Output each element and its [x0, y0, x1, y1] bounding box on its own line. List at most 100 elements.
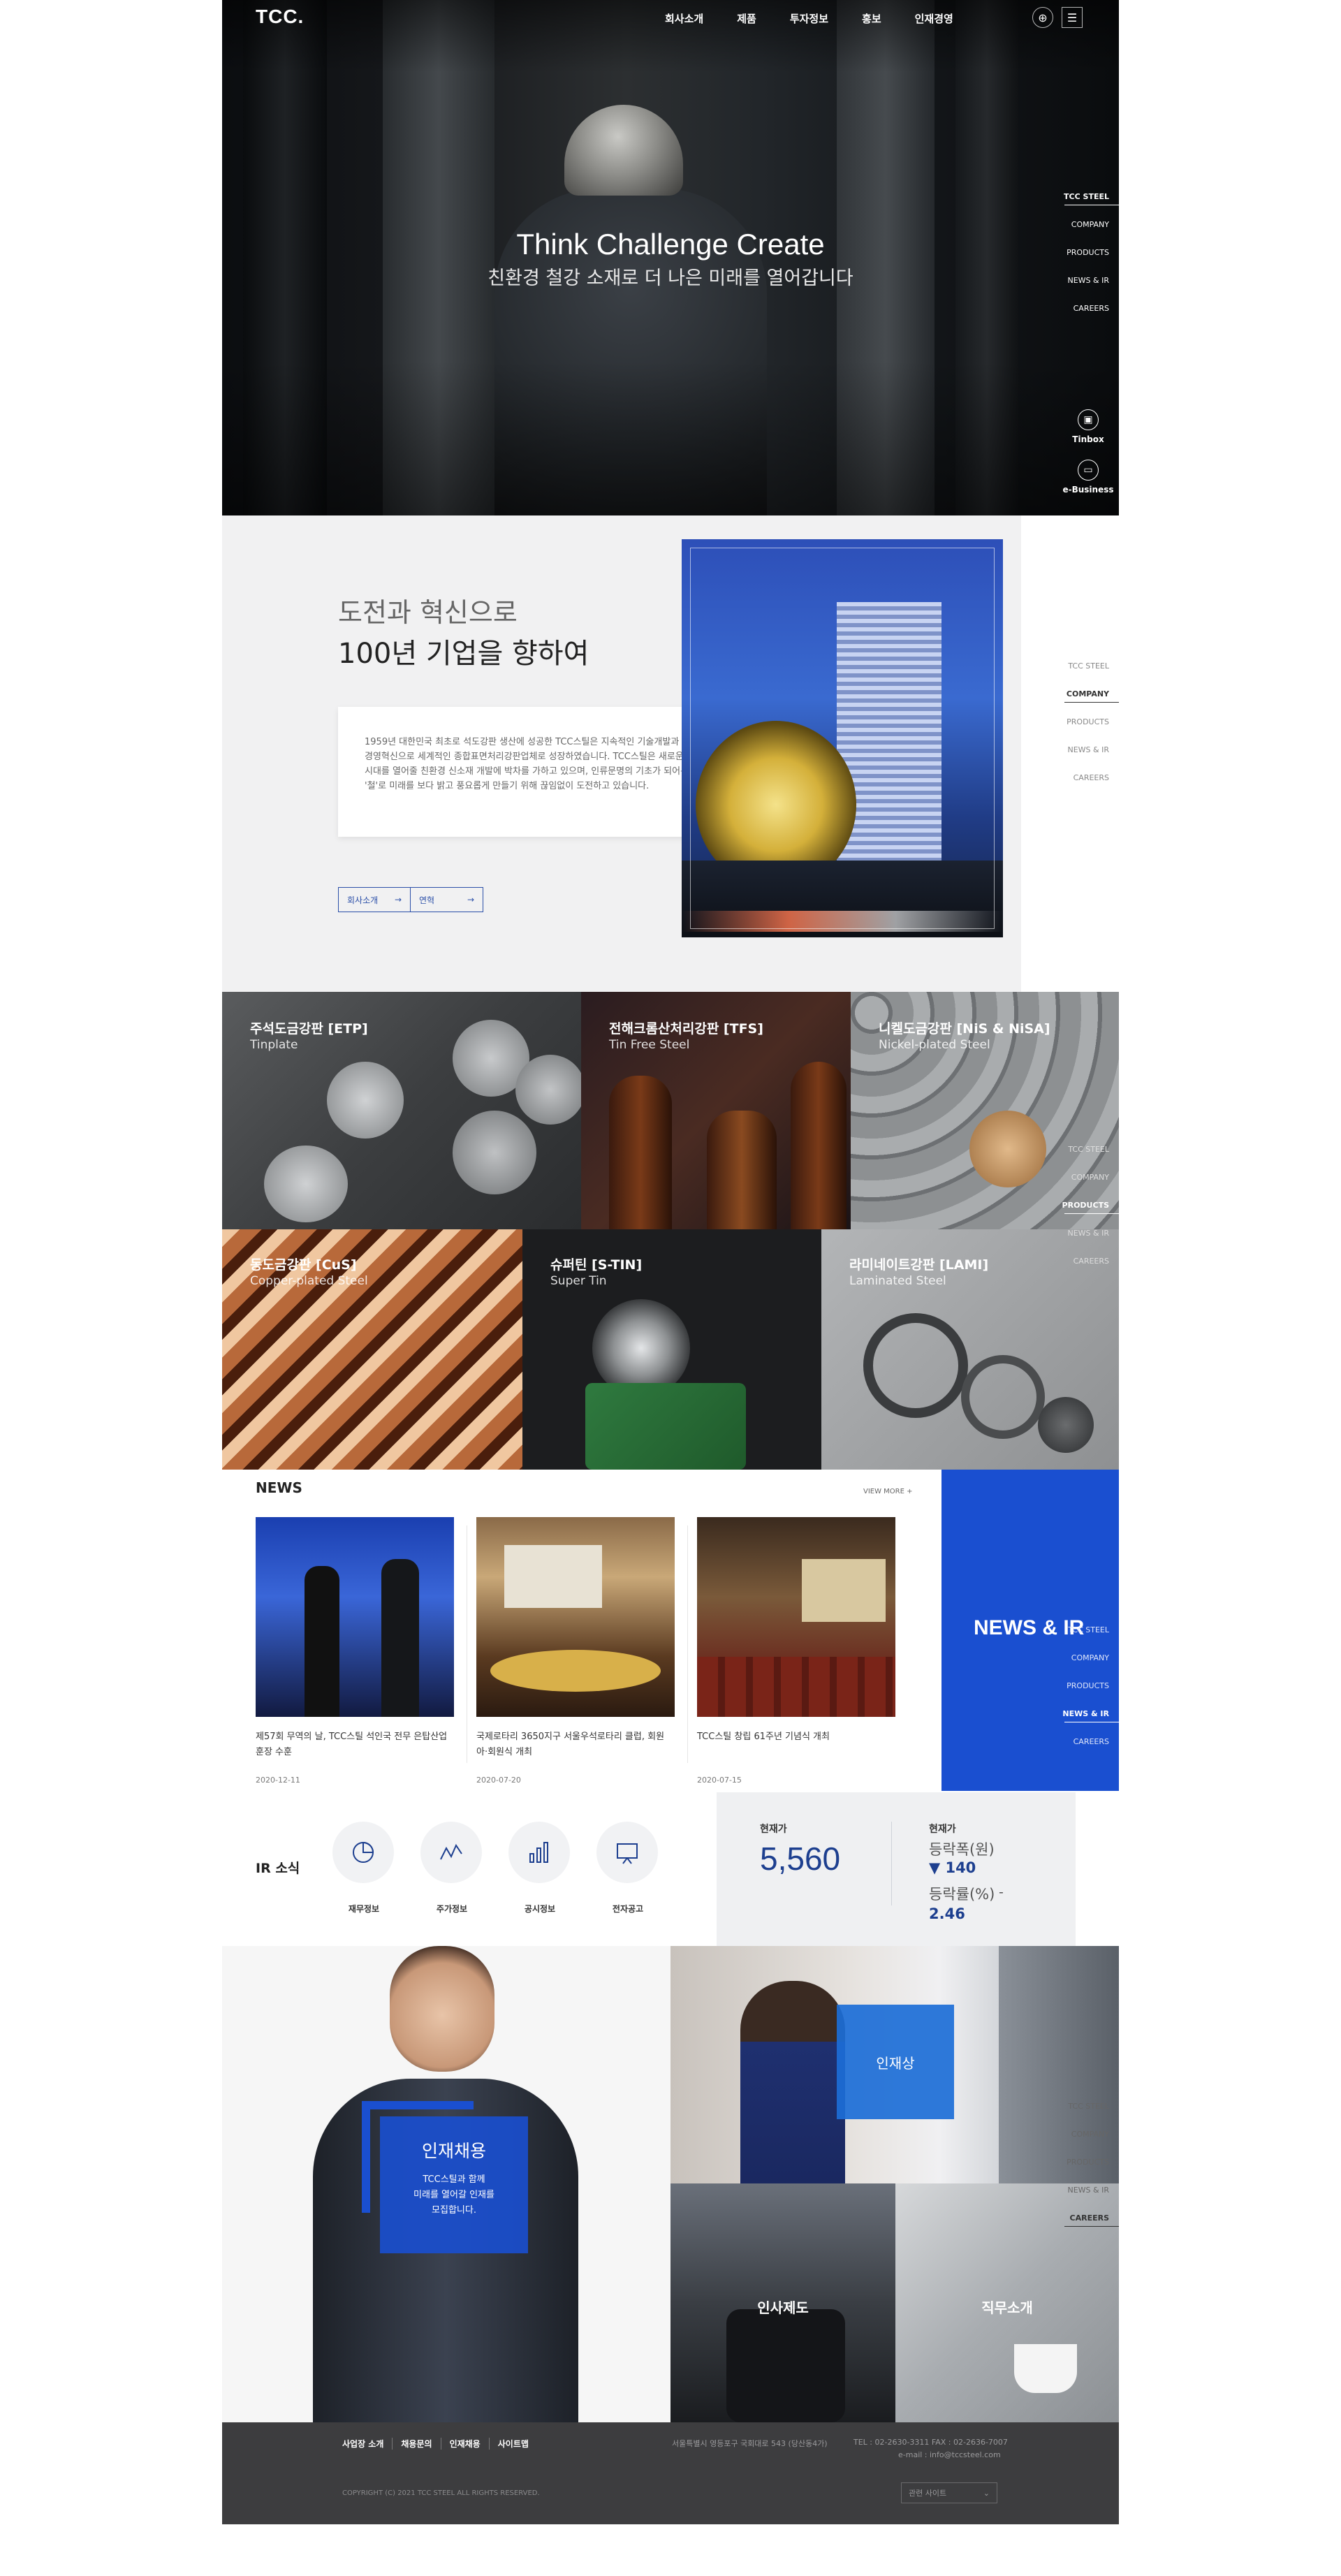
- recruit-title: 인재채용: [421, 2141, 486, 2161]
- ebusiness-label: e-Business: [1062, 485, 1114, 495]
- nav-item-careers[interactable]: 인재경영: [915, 11, 953, 26]
- talent-box[interactable]: 인재상: [837, 2005, 954, 2119]
- intro-text-box: 1959년 대한민국 최초로 석도강판 생산에 성공한 TCC스틸은 지속적인 …: [338, 707, 717, 837]
- side-nav-products[interactable]: PRODUCTS: [1056, 239, 1119, 267]
- side-nav-company[interactable]: COMPANY: [1056, 2121, 1119, 2149]
- side-nav-tcc-steel[interactable]: TCC STEEL: [1056, 1136, 1119, 1164]
- product-subtitle: Laminated Steel: [849, 1274, 946, 1288]
- footer-link-recruit-inquiry[interactable]: 채용문의: [392, 2438, 440, 2450]
- hamburger-menu-icon[interactable]: ☰: [1062, 7, 1083, 28]
- nav-item-investors[interactable]: 투자정보: [790, 11, 828, 26]
- product-title: 슈퍼틴 [S-TIN]: [550, 1257, 643, 1273]
- side-nav-company[interactable]: COMPANY: [1056, 1644, 1119, 1672]
- side-nav-products[interactable]: PRODUCTS: [1056, 1672, 1119, 1700]
- product-tile-cus[interactable]: 동도금강판 [CuS] Copper-plated Steel: [222, 1229, 522, 1470]
- product-tile-tfs[interactable]: 전해크롬산처리강판 [TFS] Tin Free Steel: [581, 992, 851, 1229]
- nav-item-company[interactable]: 회사소개: [665, 11, 703, 26]
- ir-item-stock[interactable]: 주가정보: [420, 1822, 483, 1915]
- side-nav-news-ir[interactable]: NEWS & IR: [1056, 2176, 1119, 2204]
- recruit-tile[interactable]: 인재채용 TCC스틸과 함께 미래를 열어갈 인재를 모집합니다.: [222, 1946, 670, 2422]
- divider: [891, 1822, 892, 1905]
- footer-link-sites[interactable]: 사업장 소개: [342, 2438, 392, 2450]
- cap-image: [1038, 1397, 1094, 1453]
- hr-system-tile[interactable]: 인사제도: [670, 2183, 895, 2422]
- side-nav-tcc-steel[interactable]: TCC STEEL: [1056, 652, 1119, 680]
- ir-item-disclosure[interactable]: 공시정보: [508, 1822, 571, 1915]
- side-nav-careers[interactable]: CAREERS: [1056, 764, 1119, 792]
- can-image: [264, 1146, 348, 1222]
- news-thumbnail: [697, 1517, 895, 1717]
- side-nav-news-ir[interactable]: NEWS & IR: [1056, 1700, 1119, 1728]
- footer-link-recruit[interactable]: 인재채용: [440, 2438, 489, 2450]
- round-table: [490, 1650, 661, 1692]
- hero-subtitle: 친환경 철강 소재로 더 나은 미래를 열어갑니다: [488, 268, 853, 289]
- recruit-description: TCC스틸과 함께 미래를 열어갈 인재를 모집합니다.: [413, 2174, 494, 2216]
- ir-item-financial[interactable]: 재무정보: [332, 1822, 395, 1915]
- coffee-cup-image: [1014, 2344, 1077, 2393]
- product-tile-stin[interactable]: 슈퍼틴 [S-TIN] Super Tin: [522, 1229, 821, 1470]
- footer-copyright: COPYRIGHT (C) 2021 TCC STEEL ALL RIGHTS …: [342, 2489, 540, 2497]
- side-nav: TCC STEEL COMPANY PRODUCTS NEWS & IR CAR…: [1056, 2093, 1119, 2232]
- job-intro-label: 직무소개: [981, 2299, 1033, 2316]
- ebusiness-link[interactable]: ▭ e-Business: [1060, 460, 1116, 495]
- view-more-link[interactable]: VIEW MORE +: [863, 1488, 913, 1495]
- side-nav-products[interactable]: PRODUCTS: [1056, 1192, 1119, 1220]
- side-nav: TCC STEEL COMPANY PRODUCTS NEWS & IR CAR…: [1056, 183, 1119, 323]
- side-nav-company[interactable]: COMPANY: [1056, 1164, 1119, 1192]
- line-chart-icon: [420, 1822, 482, 1883]
- side-nav-products[interactable]: PRODUCTS: [1056, 708, 1119, 736]
- box-icon: ▣: [1078, 409, 1099, 430]
- history-button-label: 연혁: [419, 895, 435, 905]
- tinbox-label: Tinbox: [1072, 434, 1104, 444]
- logo[interactable]: TCC.: [256, 6, 304, 28]
- hero-title: Think Challenge Create: [516, 228, 825, 261]
- side-nav-news-ir[interactable]: NEWS & IR: [1056, 736, 1119, 764]
- person-portrait: [390, 1946, 494, 2072]
- news-section: NEWS VIEW MORE + 제57회 무역의 날, TCC스틸 석인국 전…: [222, 1470, 1119, 1791]
- page: TCC. 회사소개 제품 투자정보 홍보 인재경영 ⊕ ☰ Think Chal…: [222, 0, 1119, 2524]
- talent-label: 인재상: [876, 2054, 915, 2072]
- tinbox-link[interactable]: ▣ Tinbox: [1060, 409, 1116, 444]
- can-image: [515, 1055, 581, 1125]
- product-tile-etp[interactable]: 주석도금강판 [ETP] Tinplate: [222, 992, 581, 1229]
- stock-rate-value: 2.46: [929, 1905, 965, 1922]
- side-nav-careers[interactable]: CAREERS: [1056, 1728, 1119, 1756]
- news-card[interactable]: 제57회 무역의 날, TCC스틸 석인국 전무 은탑산업훈장 수훈 2020-…: [256, 1517, 454, 1785]
- stock-rate-label: 등락률(%): [929, 1886, 995, 1903]
- divider: [687, 1525, 688, 1763]
- monitor-icon: ▭: [1078, 460, 1099, 481]
- side-nav-products[interactable]: PRODUCTS: [1056, 2149, 1119, 2176]
- family-site-select[interactable]: 관련 사이트 ⌄: [901, 2482, 997, 2503]
- side-nav-tcc-steel[interactable]: TCC STEEL: [1056, 2093, 1119, 2121]
- news-card-date: 2020-12-11: [256, 1776, 300, 1785]
- news-card[interactable]: 국제로타리 3650지구 서울우석로타리 클럽, 회원 아·회원식 개최 202…: [476, 1517, 675, 1785]
- footer-link-sitemap[interactable]: 사이트맵: [488, 2438, 537, 2450]
- product-title: 주석도금강판 [ETP]: [250, 1021, 368, 1037]
- nav-item-pr[interactable]: 홍보: [862, 11, 881, 26]
- news-thumbnail: [256, 1517, 454, 1717]
- ir-item-announcement[interactable]: 전자공고: [596, 1822, 659, 1915]
- nav-item-products[interactable]: 제품: [737, 11, 756, 26]
- stock-rate-sign: -: [999, 1885, 1004, 1900]
- side-nav-careers[interactable]: CAREERS: [1056, 295, 1119, 323]
- side-nav-company[interactable]: COMPANY: [1056, 211, 1119, 239]
- side-nav-tcc-steel[interactable]: TCC STEEL: [1056, 183, 1119, 211]
- side-nav-careers[interactable]: CAREERS: [1056, 1247, 1119, 1275]
- side-nav-company[interactable]: COMPANY: [1056, 680, 1119, 708]
- footer: 사업장 소개 채용문의 인재채용 사이트맵 서울특별시 영등포구 국회대로 54…: [222, 2422, 1119, 2524]
- footer-links: 사업장 소개 채용문의 인재채용 사이트맵: [342, 2438, 537, 2450]
- side-nav-news-ir[interactable]: NEWS & IR: [1056, 267, 1119, 295]
- history-button[interactable]: 연혁 →: [411, 887, 483, 912]
- presentation-board-icon: [596, 1822, 658, 1883]
- ir-item-label: 재무정보: [348, 1904, 380, 1914]
- company-intro-button[interactable]: 회사소개 →: [338, 887, 411, 912]
- product-subtitle: Tin Free Steel: [609, 1038, 690, 1052]
- product-title: 전해크롬산처리강판 [TFS]: [609, 1021, 763, 1037]
- globe-icon[interactable]: ⊕: [1032, 7, 1053, 28]
- side-nav-tcc-steel[interactable]: TCC STEEL: [1056, 1616, 1119, 1644]
- news-card-title: TCC스틸 창립 61주년 기념식 개최: [697, 1732, 830, 1742]
- side-nav-news-ir[interactable]: NEWS & IR: [1056, 1220, 1119, 1247]
- side-nav-careers[interactable]: CAREERS: [1056, 2204, 1119, 2232]
- intro-body: 1959년 대한민국 최초로 석도강판 생산에 성공한 TCC스틸은 지속적인 …: [365, 737, 689, 791]
- news-card[interactable]: TCC스틸 창립 61주년 기념식 개최 2020-07-15: [697, 1517, 895, 1785]
